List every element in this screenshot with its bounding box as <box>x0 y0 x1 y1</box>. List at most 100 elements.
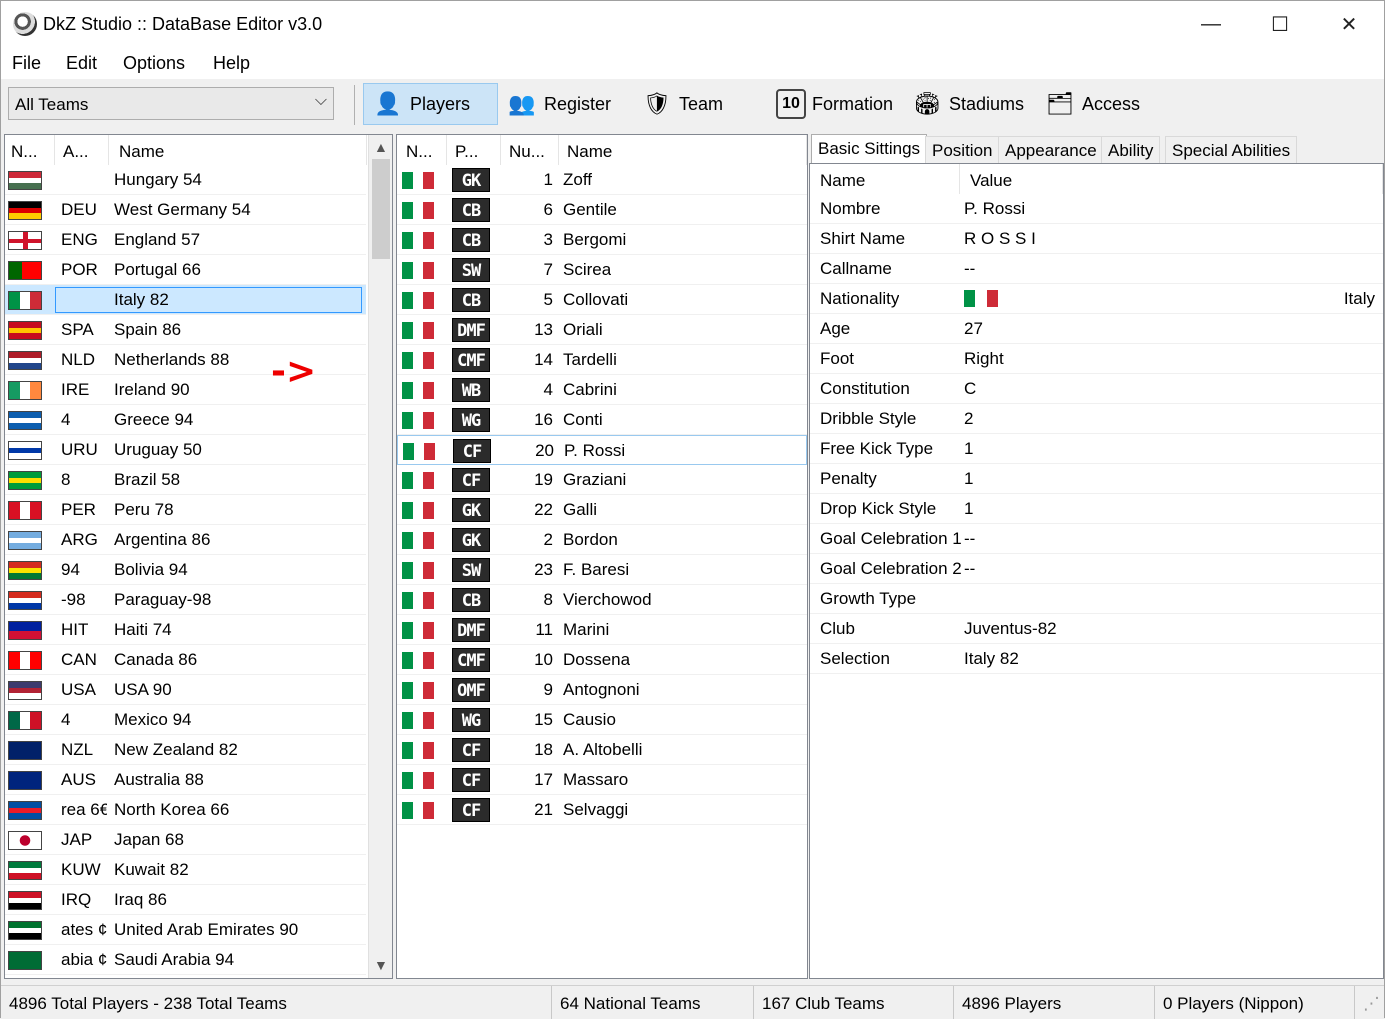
menu-file[interactable]: File <box>12 53 41 74</box>
player-row[interactable]: SW 23 F. Baresi <box>397 555 807 585</box>
close-button[interactable]: ✕ <box>1314 1 1384 47</box>
tab-special-abilities[interactable]: Special Abilities <box>1165 136 1298 164</box>
teams-list[interactable]: N... A... Name Hungary 54 DEU West Germany… <box>4 134 393 979</box>
team-row[interactable]: AUS Australia 88 <box>5 765 366 795</box>
teams-column-abbr[interactable]: A... <box>57 135 109 165</box>
detail-column-value[interactable]: Value <box>962 164 1383 194</box>
detail-row[interactable]: Penalty 1 <box>810 464 1383 494</box>
formation-button[interactable]: 10 Formation <box>768 83 901 125</box>
teams-column-flag[interactable]: N... <box>5 135 55 165</box>
players-column-flag[interactable]: N... <box>397 135 447 165</box>
player-row[interactable]: WG 15 Causio <box>397 705 807 735</box>
team-row[interactable]: DEU West Germany 54 <box>5 195 366 225</box>
team-row[interactable]: CAN Canada 86 <box>5 645 366 675</box>
tab-basic-sittings[interactable]: Basic Sittings <box>811 134 928 164</box>
team-row[interactable]: PER Peru 78 <box>5 495 366 525</box>
detail-row[interactable]: Constitution C <box>810 374 1383 404</box>
detail-row[interactable]: Goal Celebration 2 -- <box>810 554 1383 584</box>
team-row[interactable]: NZL New Zealand 82 <box>5 735 366 765</box>
team-row[interactable]: URU Uruguay 50 <box>5 435 366 465</box>
detail-value[interactable]: -- <box>964 554 975 584</box>
register-button[interactable]: 👥 Register <box>498 83 619 125</box>
team-row[interactable]: ates ¢ United Arab Emirates 90 <box>5 915 366 945</box>
players-list[interactable]: N... P... Nu... Name GK 1 Zoff CB 6 Gentile CB… <box>396 134 808 979</box>
players-column-number[interactable]: Nu... <box>503 135 559 165</box>
detail-value[interactable]: Italy 82 <box>964 644 1019 674</box>
scroll-up-arrow-icon[interactable]: ▲ <box>374 139 388 155</box>
team-row[interactable]: USA USA 90 <box>5 675 366 705</box>
detail-value[interactable]: R O S S I <box>964 224 1036 254</box>
team-row[interactable]: 4 Greece 94 <box>5 405 366 435</box>
player-row[interactable]: CB 6 Gentile <box>397 195 807 225</box>
detail-row[interactable]: Drop Kick Style 1 <box>810 494 1383 524</box>
detail-row[interactable]: Selection Italy 82 <box>810 644 1383 674</box>
detail-column-name[interactable]: Name <box>810 164 960 194</box>
player-row[interactable]: CF 18 A. Altobelli <box>397 735 807 765</box>
detail-row[interactable]: Callname -- <box>810 254 1383 284</box>
detail-value[interactable]: -- <box>964 524 975 554</box>
team-row[interactable]: 4 Mexico 94 <box>5 705 366 735</box>
players-column-name[interactable]: Name <box>561 135 807 165</box>
maximize-button[interactable]: ☐ <box>1245 1 1315 47</box>
team-row[interactable]: abia ¢ Saudi Arabia 94 <box>5 945 366 975</box>
detail-row[interactable]: Shirt Name R O S S I <box>810 224 1383 254</box>
minimize-button[interactable]: — <box>1176 1 1246 47</box>
team-row[interactable]: Hungary 54 <box>5 165 366 195</box>
player-row[interactable]: GK 2 Bordon <box>397 525 807 555</box>
team-row[interactable]: ARG Argentina 86 <box>5 525 366 555</box>
detail-row[interactable]: Nombre P. Rossi <box>810 194 1383 224</box>
detail-value[interactable]: -- <box>964 254 975 284</box>
tab-position[interactable]: Position <box>925 136 1000 164</box>
team-row[interactable]: SPA Spain 86 <box>5 315 366 345</box>
resize-grip-icon[interactable]: ⋰ <box>1355 986 1384 1019</box>
team-row[interactable]: KUW Kuwait 82 <box>5 855 366 885</box>
menu-edit[interactable]: Edit <box>66 53 97 74</box>
detail-row[interactable]: Free Kick Type 1 <box>810 434 1383 464</box>
player-row[interactable]: GK 1 Zoff <box>397 165 807 195</box>
player-row[interactable]: CF 19 Graziani <box>397 465 807 495</box>
detail-row[interactable]: Dribble Style 2 <box>810 404 1383 434</box>
team-row[interactable]: POR Portugal 66 <box>5 255 366 285</box>
team-row[interactable]: 8 Brazil 58 <box>5 465 366 495</box>
scroll-down-arrow-icon[interactable]: ▼ <box>374 957 388 973</box>
teams-scrollbar[interactable]: ▲ ▼ <box>368 135 392 978</box>
detail-row[interactable]: Foot Right <box>810 344 1383 374</box>
team-row[interactable]: IRQ Iraq 86 <box>5 885 366 915</box>
players-column-position[interactable]: P... <box>449 135 501 165</box>
player-row[interactable]: DMF 13 Oriali <box>397 315 807 345</box>
detail-row[interactable]: Nationality Italy <box>810 284 1383 314</box>
player-row[interactable]: CMF 14 Tardelli <box>397 345 807 375</box>
detail-value[interactable]: 1 <box>964 464 973 494</box>
detail-value[interactable]: C <box>964 374 976 404</box>
detail-value[interactable]: Right <box>964 344 1004 374</box>
team-row[interactable]: ENG England 57 <box>5 225 366 255</box>
team-row[interactable]: Italy 82 <box>5 285 366 315</box>
detail-value[interactable]: P. Rossi <box>964 194 1025 224</box>
stadiums-button[interactable]: 🏟 Stadiums <box>903 83 1032 125</box>
team-row[interactable]: rea 6€ North Korea 66 <box>5 795 366 825</box>
team-row[interactable]: HIT Haiti 74 <box>5 615 366 645</box>
menu-help[interactable]: Help <box>213 53 250 74</box>
detail-value[interactable]: 1 <box>964 494 973 524</box>
tab-ability[interactable]: Ability <box>1101 136 1161 164</box>
detail-value[interactable]: 27 <box>964 314 983 344</box>
menu-options[interactable]: Options <box>123 53 185 74</box>
player-row[interactable]: CF 20 P. Rossi <box>397 435 807 465</box>
tab-appearance[interactable]: Appearance <box>998 136 1104 164</box>
player-row[interactable]: CF 21 Selvaggi <box>397 795 807 825</box>
players-button[interactable]: 👤 Players <box>363 83 498 125</box>
player-row[interactable]: SW 7 Scirea <box>397 255 807 285</box>
player-row[interactable]: CB 5 Collovati <box>397 285 807 315</box>
player-row[interactable]: CB 8 Vierchowod <box>397 585 807 615</box>
detail-value[interactable]: Italy <box>1344 284 1375 314</box>
team-row[interactable]: 94 Bolivia 94 <box>5 555 366 585</box>
team-filter-dropdown[interactable]: All Teams ⌵ <box>8 87 334 120</box>
access-button[interactable]: 🗂 Access <box>1036 83 1148 125</box>
player-row[interactable]: WB 4 Cabrini <box>397 375 807 405</box>
teams-column-name[interactable]: Name <box>111 135 367 165</box>
player-row[interactable]: OMF 9 Antognoni <box>397 675 807 705</box>
detail-value[interactable]: Juventus-82 <box>964 614 1057 644</box>
player-row[interactable]: CB 3 Bergomi <box>397 225 807 255</box>
player-row[interactable]: DMF 11 Marini <box>397 615 807 645</box>
detail-row[interactable]: Growth Type <box>810 584 1383 614</box>
